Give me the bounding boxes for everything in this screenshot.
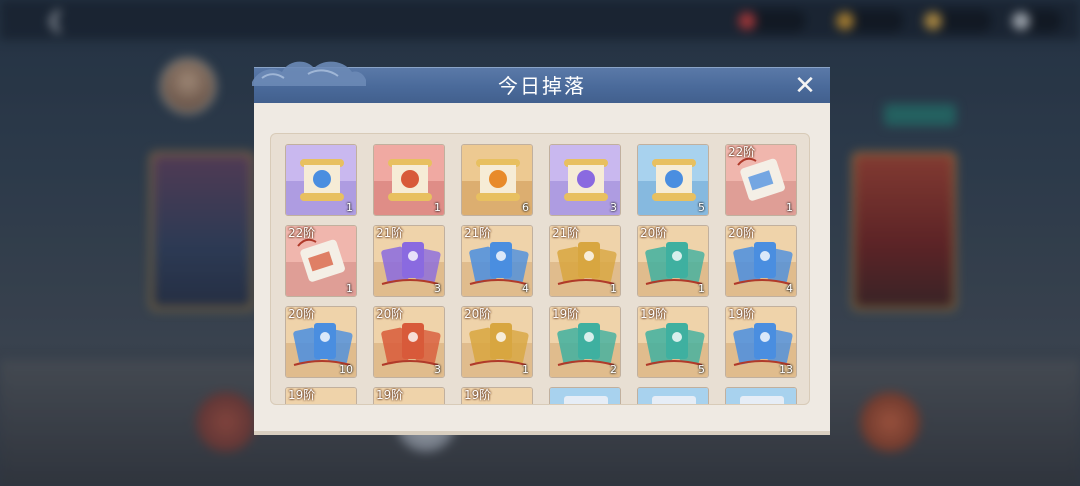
item-count: 13 (779, 363, 793, 376)
drop-item[interactable]: 20阶 3 (373, 306, 445, 378)
drops-grid-frame[interactable]: 1 1 6 3 5 22阶 1 22阶 1 21阶 3 21阶 4 21阶 1 20阶 1 20阶 4 20阶 10 20… (270, 133, 810, 405)
daily-drops-dialog: 今日掉落 ✕ 1 1 6 3 5 22阶 1 22阶 1 21阶 3 21阶 4 21阶 1 20阶 1 20阶 4… (252, 61, 830, 435)
item-count: 10 (339, 363, 353, 376)
close-icon[interactable]: ✕ (790, 71, 820, 101)
drop-item[interactable]: 20阶 10 (285, 306, 357, 378)
drop-item[interactable]: 20阶 1 (637, 225, 709, 297)
item-count: 4 (786, 282, 793, 295)
drop-item[interactable] (725, 387, 797, 404)
item-partial-icon (550, 388, 620, 404)
item-count: 1 (522, 363, 529, 376)
dialog-title: 今日掉落 (498, 74, 586, 98)
item-tier-label: 22阶 (728, 145, 756, 159)
drop-item[interactable]: 3 (549, 144, 621, 216)
drop-item[interactable]: 21阶 4 (461, 225, 533, 297)
item-count: 1 (786, 201, 793, 214)
item-count: 1 (434, 201, 441, 214)
item-count: 2 (610, 363, 617, 376)
item-tier-label: 20阶 (464, 307, 492, 321)
drop-item[interactable]: 21阶 3 (373, 225, 445, 297)
drop-item[interactable]: 5 (637, 144, 709, 216)
item-partial-icon (726, 388, 796, 404)
item-tier-label: 21阶 (464, 226, 492, 240)
item-count: 5 (698, 363, 705, 376)
item-count: 1 (610, 282, 617, 295)
drop-item[interactable]: 19阶 (461, 387, 533, 404)
item-count: 1 (346, 201, 353, 214)
item-tier-label: 19阶 (640, 307, 668, 321)
item-tier-label: 21阶 (552, 226, 580, 240)
drop-item[interactable]: 22阶 1 (725, 144, 797, 216)
item-count: 1 (698, 282, 705, 295)
drop-item[interactable]: 21阶 1 (549, 225, 621, 297)
item-tier-label: 20阶 (288, 307, 316, 321)
item-tier-label: 20阶 (728, 226, 756, 240)
drop-item[interactable]: 20阶 4 (725, 225, 797, 297)
item-count: 3 (434, 363, 441, 376)
item-count: 1 (346, 282, 353, 295)
item-count: 3 (434, 282, 441, 295)
item-tier-label: 20阶 (376, 307, 404, 321)
item-tier-label: 19阶 (288, 388, 316, 402)
drop-item[interactable]: 19阶 (285, 387, 357, 404)
drop-item[interactable]: 19阶 2 (549, 306, 621, 378)
item-tier-label: 22阶 (288, 226, 316, 240)
item-partial-icon (638, 388, 708, 404)
drop-item[interactable]: 19阶 5 (637, 306, 709, 378)
drop-item[interactable]: 19阶 (373, 387, 445, 404)
item-tier-label: 19阶 (552, 307, 580, 321)
drop-item[interactable]: 19阶 13 (725, 306, 797, 378)
drop-item[interactable]: 20阶 1 (461, 306, 533, 378)
dialog-header: 今日掉落 ✕ (252, 61, 830, 103)
item-tier-label: 19阶 (464, 388, 492, 402)
drop-item[interactable]: 1 (285, 144, 357, 216)
item-count: 4 (522, 282, 529, 295)
item-tier-label: 20阶 (640, 226, 668, 240)
dialog-body: 1 1 6 3 5 22阶 1 22阶 1 21阶 3 21阶 4 21阶 1 20阶 1 20阶 4 20阶 10 20… (254, 103, 830, 435)
item-count: 6 (522, 201, 529, 214)
item-count: 5 (698, 201, 705, 214)
item-tier-label: 21阶 (376, 226, 404, 240)
drop-item[interactable] (637, 387, 709, 404)
item-tier-label: 19阶 (728, 307, 756, 321)
item-count: 3 (610, 201, 617, 214)
drop-item[interactable]: 22阶 1 (285, 225, 357, 297)
item-tier-label: 19阶 (376, 388, 404, 402)
drop-item[interactable]: 6 (461, 144, 533, 216)
drop-item[interactable]: 1 (373, 144, 445, 216)
drop-item[interactable] (549, 387, 621, 404)
